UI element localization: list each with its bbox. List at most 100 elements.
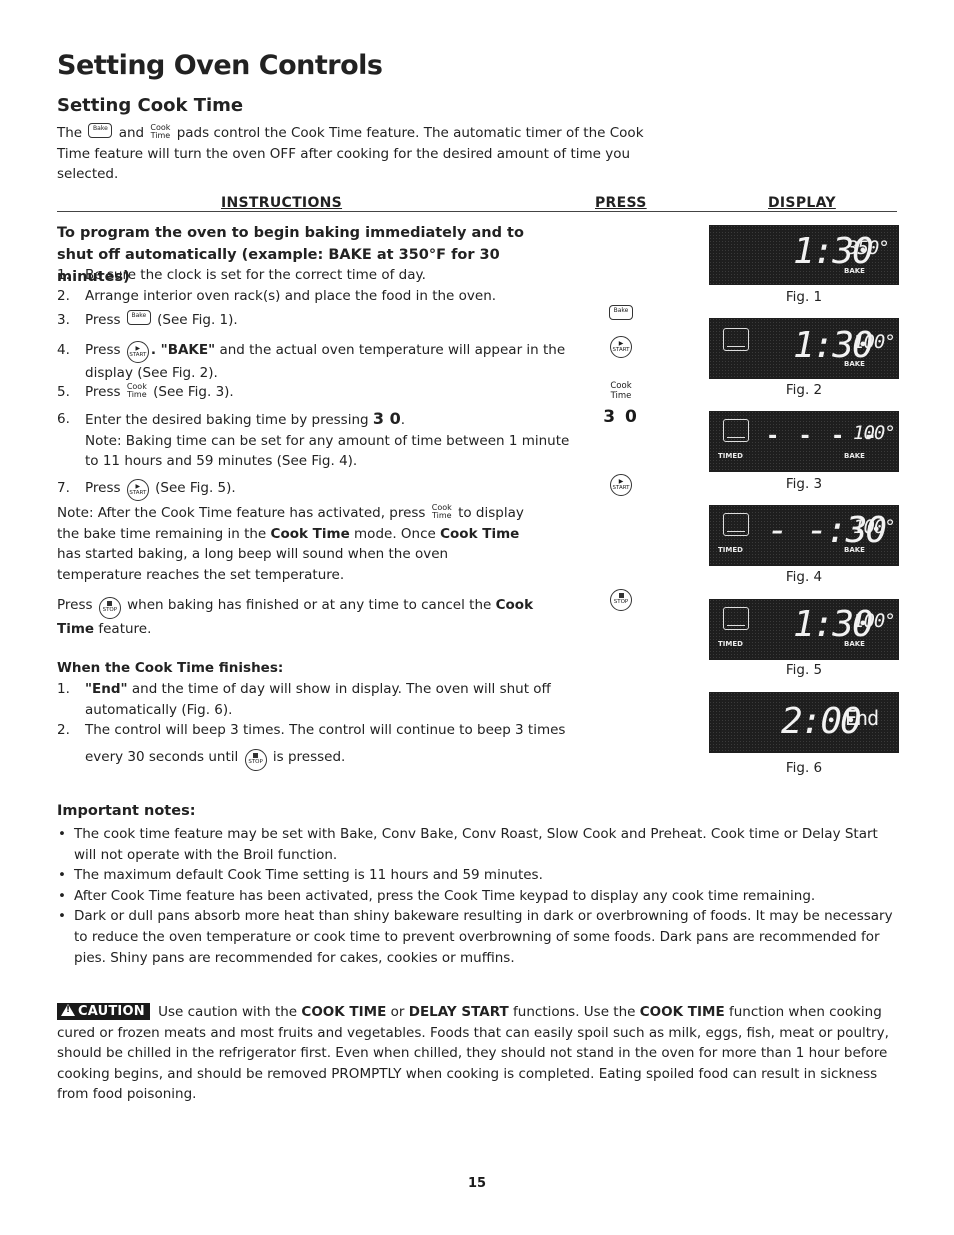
cancel-instruction: Press STOP when baking has finished or a… (57, 595, 547, 640)
warning-icon (61, 1004, 75, 1016)
step-text: Press (85, 480, 121, 496)
oven-icon (723, 513, 749, 536)
press-start-2: ▶ START (596, 472, 646, 496)
start-label: START (612, 347, 630, 353)
display-mode: BAKE (844, 546, 865, 554)
note-text: Note: After the Cook Time feature has ac… (57, 505, 426, 521)
list-item: After Cook Time feature has been activat… (57, 886, 897, 907)
list-item: Dark or dull pans absorb more heat than … (57, 906, 897, 968)
step-text: (See Fig. 1). (157, 312, 238, 328)
display-mode: BAKE (844, 267, 865, 275)
note-bold: Cook Time (440, 525, 520, 542)
step-number: 6. (57, 411, 70, 427)
step-number: 3. (57, 312, 70, 328)
step-number: 4. (57, 342, 70, 358)
step-4: 4. Press ▶ START. "BAKE" and the actual o… (57, 340, 577, 384)
press-start: ▶ START (596, 334, 646, 358)
oven-icon (723, 607, 749, 630)
step-text: Enter the desired baking time by pressin… (85, 412, 369, 428)
step-text: . (400, 412, 406, 428)
caution-bold: COOK TIME (639, 1004, 725, 1020)
step-text: Press (85, 384, 121, 400)
caution-badge: CAUTION (57, 1003, 150, 1020)
step-number: 2. (57, 288, 70, 304)
display-temp: 100° (853, 610, 896, 632)
intro-text: and (118, 125, 145, 141)
start-label: START (129, 490, 147, 496)
step-note: Note: Baking time can be set for any amo… (85, 432, 570, 470)
time-label: Time (610, 391, 632, 401)
cancel-text: when baking has finished or at any time … (127, 597, 492, 613)
page-number: 15 (467, 1176, 487, 1191)
step-text: (See Fig. 3). (153, 384, 234, 400)
start-pad-icon: ▶ START (610, 474, 632, 496)
display-mode: BAKE (844, 452, 865, 460)
caution-label: CAUTION (78, 1004, 145, 1019)
stop-pad-icon: STOP (98, 597, 121, 619)
note-text: mode. Once (354, 525, 436, 542)
time-label: Time (127, 390, 147, 399)
intro-text: pads control the Cook Time feature. The … (57, 125, 644, 183)
stop-label: STOP (613, 599, 629, 605)
notes-list: The cook time feature may be set with Ba… (57, 824, 897, 968)
list-item: The cook time feature may be set with Ba… (57, 824, 897, 865)
time-label: Time (150, 131, 171, 140)
start-pad-icon: ▶ START (610, 336, 632, 358)
press-cook-time: Cook Time (596, 381, 646, 401)
step-number: 1. (57, 267, 70, 283)
step-1: 1. Be sure the clock is set for the corr… (57, 265, 577, 286)
display-fig-4: TIMED - -:30 100° BAKE (709, 505, 899, 566)
display-fig-3: TIMED - - - - 100° BAKE (709, 411, 899, 472)
caution-bold: COOK TIME (301, 1004, 387, 1020)
display-fig-5: TIMED 1:30 100° BAKE (709, 599, 899, 660)
step-text: Be sure the clock is set for the correct… (85, 267, 426, 283)
bake-pad-icon: Bake (609, 305, 633, 320)
step-number: 5. (57, 384, 70, 400)
press-header: PRESS (595, 195, 647, 211)
fig-caption: Fig. 4 (785, 569, 823, 585)
time-label: Time (431, 511, 452, 520)
display-fig-6: 2:00 End (709, 692, 899, 753)
step-6: 6. Enter the desired baking time by pres… (57, 409, 577, 472)
step-number: 2. (57, 722, 70, 738)
display-fig-2: 1:30 100° BAKE (709, 318, 899, 379)
step-number: 7. (57, 480, 70, 496)
bake-pad-icon: Bake (88, 123, 113, 138)
note-text: has started baking, a long beep will sou… (57, 546, 449, 583)
step-5: 5. Press Cook Time (See Fig. 3). (57, 382, 577, 403)
press-bake: Bake (596, 305, 646, 324)
oven-icon (723, 328, 749, 351)
display-mode: BAKE (844, 640, 865, 648)
bake-pad-icon: Bake (126, 310, 151, 325)
section-title: Setting Cook Time (57, 95, 244, 116)
cancel-text: feature. (98, 621, 152, 637)
display-temp: 100° (853, 422, 896, 444)
step-text: Press (85, 342, 121, 358)
digits-30: 3 0 (372, 409, 401, 428)
cook-time-pad-icon: Cook Time (127, 383, 147, 399)
press-stop: STOP (596, 586, 646, 611)
digits-30: 3 0 (603, 407, 639, 427)
list-item: The maximum default Cook Time setting is… (57, 865, 897, 886)
step-number: 1. (57, 681, 70, 697)
step-text: Arrange interior oven rack(s) and place … (85, 288, 497, 304)
cook-time-pad-icon: Cook Time (150, 124, 170, 140)
note-bold: Cook Time (270, 525, 350, 542)
cook-label: Cook (610, 381, 632, 391)
step-7: 7. Press ▶ START (See Fig. 5). (57, 478, 577, 501)
caution-bold: DELAY START (408, 1004, 509, 1020)
step-text: is pressed. (272, 748, 346, 765)
caution-text: or (390, 1004, 405, 1020)
intro-text: The (57, 125, 83, 141)
step-text: Press (85, 312, 121, 328)
bake-keyword: . "BAKE" (150, 342, 216, 358)
caution-paragraph: CAUTION Use caution with the COOK TIME o… (57, 1002, 897, 1105)
step-text: and the time of day will show in display… (85, 681, 551, 718)
start-label: START (129, 352, 147, 358)
finish-heading: When the Cook Time finishes: (57, 660, 284, 676)
stop-label: STOP (248, 758, 263, 765)
start-pad-icon: ▶ START (126, 479, 149, 501)
notes-heading: Important notes: (57, 803, 196, 819)
display-timed: TIMED (718, 546, 743, 554)
display-end: End (845, 706, 879, 730)
